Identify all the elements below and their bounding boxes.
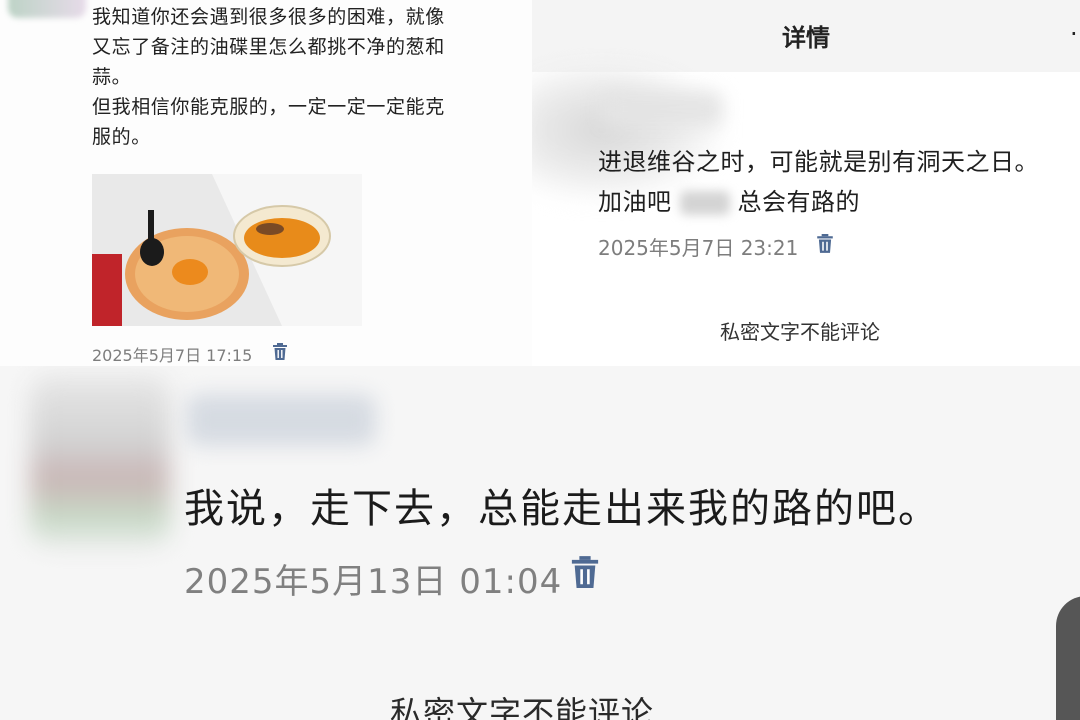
note-line: 我知道你还会遇到很多很多的困难，就像	[92, 6, 445, 28]
trash-icon[interactable]	[272, 343, 288, 365]
note-line-suffix: 总会有路的	[737, 188, 860, 216]
timestamp: 2025年5月13日 01:04	[184, 562, 563, 602]
no-comment-notice: 私密文字不能评论	[720, 320, 880, 344]
note-line: 蒜。	[92, 66, 132, 88]
device-edge	[1056, 596, 1080, 720]
note-text: 进退维谷之时，可能就是别有洞天之日。 加油吧 总会有路的	[598, 142, 1039, 222]
timestamp: 2025年5月7日 17:15	[92, 346, 253, 365]
note-text: 我说，走下去，总能走出来我的路的吧。	[184, 486, 940, 532]
no-comment-notice: 私密文字不能评论	[390, 694, 655, 720]
more-menu-icon[interactable]: ·	[1070, 20, 1078, 48]
note-line: 但我相信你能克服的，一定一定一定能克	[92, 96, 445, 118]
avatar	[30, 376, 170, 546]
note-line: 进退维谷之时，可能就是别有洞天之日。	[598, 148, 1039, 176]
note-line: 加油吧 总会有路的	[598, 182, 1039, 222]
trash-icon[interactable]	[570, 556, 600, 594]
timestamp: 2025年5月7日 23:21	[598, 236, 799, 260]
trash-icon[interactable]	[816, 234, 834, 258]
username-blurred	[186, 394, 376, 446]
note-text: 我知道你还会遇到很多很多的困难，就像 又忘了备注的油碟里怎么都挑不净的葱和 蒜。…	[92, 2, 512, 152]
page-title: 详情	[782, 24, 830, 52]
food-photo[interactable]	[92, 174, 362, 326]
username-blurred	[602, 92, 722, 126]
note-line: 又忘了备注的油碟里怎么都挑不净的葱和	[92, 36, 445, 58]
note-screenshot-left: 我知道你还会遇到很多很多的困难，就像 又忘了备注的油碟里怎么都挑不净的葱和 蒜。…	[0, 0, 540, 366]
note-detail-screenshot: 详情 · 进退维谷之时，可能就是别有洞天之日。 加油吧 总会有路的 2025年5月…	[532, 0, 1080, 366]
name-blurred	[679, 191, 730, 215]
avatar	[8, 0, 86, 18]
note-line: 服的。	[92, 126, 151, 148]
note-line-prefix: 加油吧	[598, 188, 672, 216]
note-screenshot-bottom: 我说，走下去，总能走出来我的路的吧。 2025年5月13日 01:04 私密文字…	[0, 366, 1080, 720]
